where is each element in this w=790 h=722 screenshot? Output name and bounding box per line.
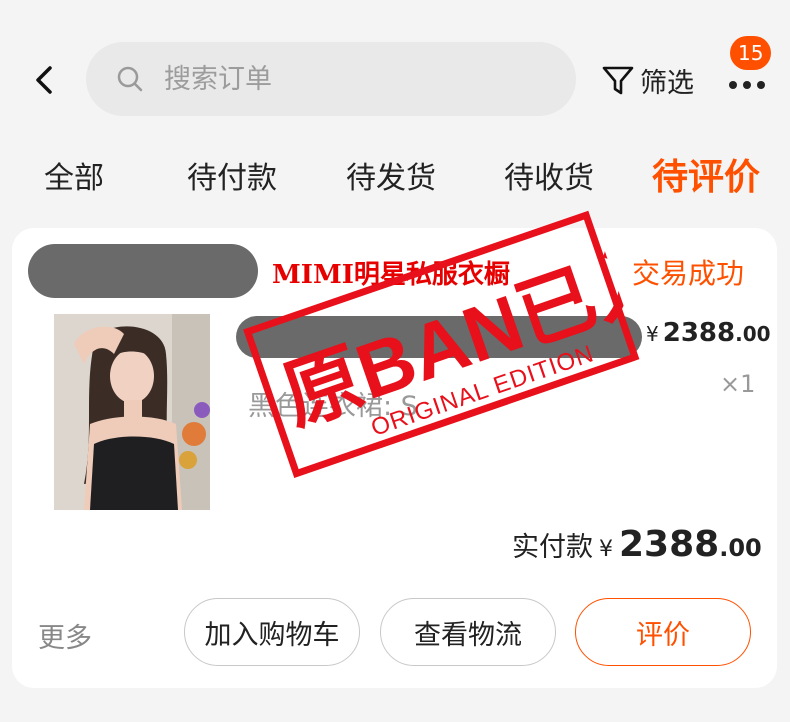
paid-decimal: .00 [719, 534, 762, 562]
back-button[interactable] [28, 64, 60, 96]
more-dot-icon [743, 81, 751, 89]
unit-price-decimal: .00 [735, 322, 771, 346]
more-dot-icon [757, 81, 765, 89]
top-bar: 筛选 15 [0, 20, 790, 140]
product-image[interactable] [54, 314, 210, 510]
sku-spec: 黑色连衣裙: S [248, 391, 418, 422]
order-tabs: 全部 待付款 待发货 待收货 待评价 [0, 145, 790, 205]
search-input[interactable] [164, 63, 544, 95]
paid-currency: ¥ [599, 537, 613, 562]
shop-name[interactable]: MIMI明星私服衣橱 [272, 254, 510, 291]
add-to-cart-button[interactable]: 加入购物车 [184, 598, 360, 666]
more-dot-icon [729, 81, 737, 89]
tab-pending-review[interactable]: 待评价 [652, 148, 760, 200]
unit-price-currency: ¥ [646, 322, 659, 346]
search-icon [116, 65, 144, 93]
unit-price-integer: 2388 [662, 318, 736, 348]
more-menu-button[interactable] [724, 70, 770, 100]
quantity: ×1 [720, 370, 756, 398]
order-status: 交易成功 [632, 257, 745, 290]
tab-pending-shipment[interactable]: 待发货 [346, 153, 436, 197]
filter-label: 筛选 [640, 67, 694, 99]
paid-label: 实付款 [512, 532, 593, 563]
redacted-product-title[interactable] [236, 316, 642, 358]
funnel-icon [600, 62, 636, 98]
paid-integer: 2388 [619, 524, 720, 565]
filter-button[interactable]: 筛选 [600, 58, 694, 102]
order-card: MIMI明星私服衣橱 交易成功 ¥ 2388 .00 黑色连衣裙: S ×1 实… [12, 228, 777, 688]
redacted-shop-avatar [28, 244, 258, 298]
paid-amount: 实付款 ¥ 2388 .00 [512, 524, 762, 565]
chevron-left-icon [36, 66, 52, 94]
unit-price: ¥ 2388 .00 [646, 318, 771, 348]
tab-all[interactable]: 全部 [44, 153, 104, 197]
more-actions-link[interactable]: 更多 [38, 616, 92, 655]
notification-badge: 15 [730, 36, 772, 70]
review-button[interactable]: 评价 [575, 598, 751, 666]
search-bar[interactable] [86, 42, 576, 116]
tab-pending-payment[interactable]: 待付款 [187, 153, 277, 197]
view-logistics-button[interactable]: 查看物流 [380, 598, 556, 666]
tab-pending-receipt[interactable]: 待收货 [504, 153, 594, 197]
